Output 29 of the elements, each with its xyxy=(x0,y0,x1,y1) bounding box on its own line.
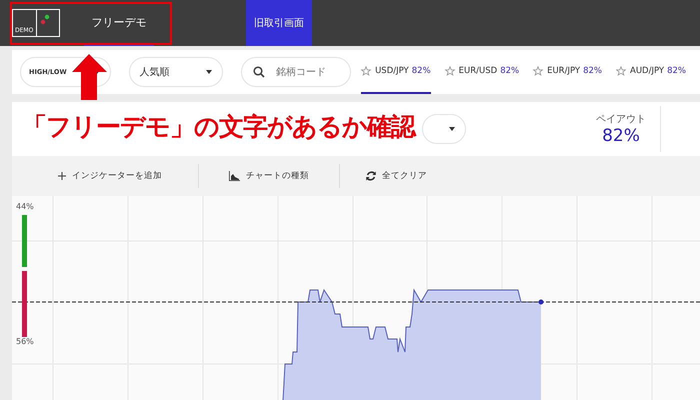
legacy-screen-button[interactable]: 旧取引画面 xyxy=(246,0,312,46)
demo-tab[interactable]: フリーデモ xyxy=(84,0,154,46)
toolbar-button[interactable]: チャートの種類 xyxy=(229,164,340,188)
down-percent: 56% xyxy=(16,337,34,346)
up-percent: 44% xyxy=(16,202,34,211)
caret-icon xyxy=(206,70,212,74)
sort-dropdown[interactable]: 人気順 xyxy=(128,57,224,87)
star-icon xyxy=(361,66,372,76)
payout-value: 82% xyxy=(602,126,640,146)
refresh-icon xyxy=(366,171,376,181)
search-field[interactable]: 銘柄コード xyxy=(241,57,352,87)
asset-tab[interactable]: AUD/JPY 82% xyxy=(616,50,686,94)
expiry-dropdown[interactable] xyxy=(422,114,466,144)
asset-tab[interactable]: EUR/USD 82% xyxy=(444,50,520,94)
plus-icon xyxy=(58,172,66,180)
asset-tab[interactable]: USD/JPY 82% xyxy=(361,50,431,94)
star-icon xyxy=(533,66,544,76)
annotation-caption: 「フリーデモ」の文字があるか確認 xyxy=(22,111,415,143)
caret-icon xyxy=(449,127,455,131)
toolbar-button[interactable]: 全てクリア xyxy=(366,164,427,188)
search-icon xyxy=(253,66,266,78)
arrow-icon xyxy=(72,54,107,100)
toolbar-button[interactable]: インジケーターを追加 xyxy=(58,164,199,188)
payout-label: ペイアウト xyxy=(596,113,646,126)
star-icon xyxy=(616,66,626,76)
star-icon xyxy=(444,66,455,76)
chart-icon xyxy=(229,171,240,181)
current-price-dot xyxy=(538,300,544,304)
asset-tab[interactable]: EUR/JPY 82% xyxy=(533,50,602,94)
